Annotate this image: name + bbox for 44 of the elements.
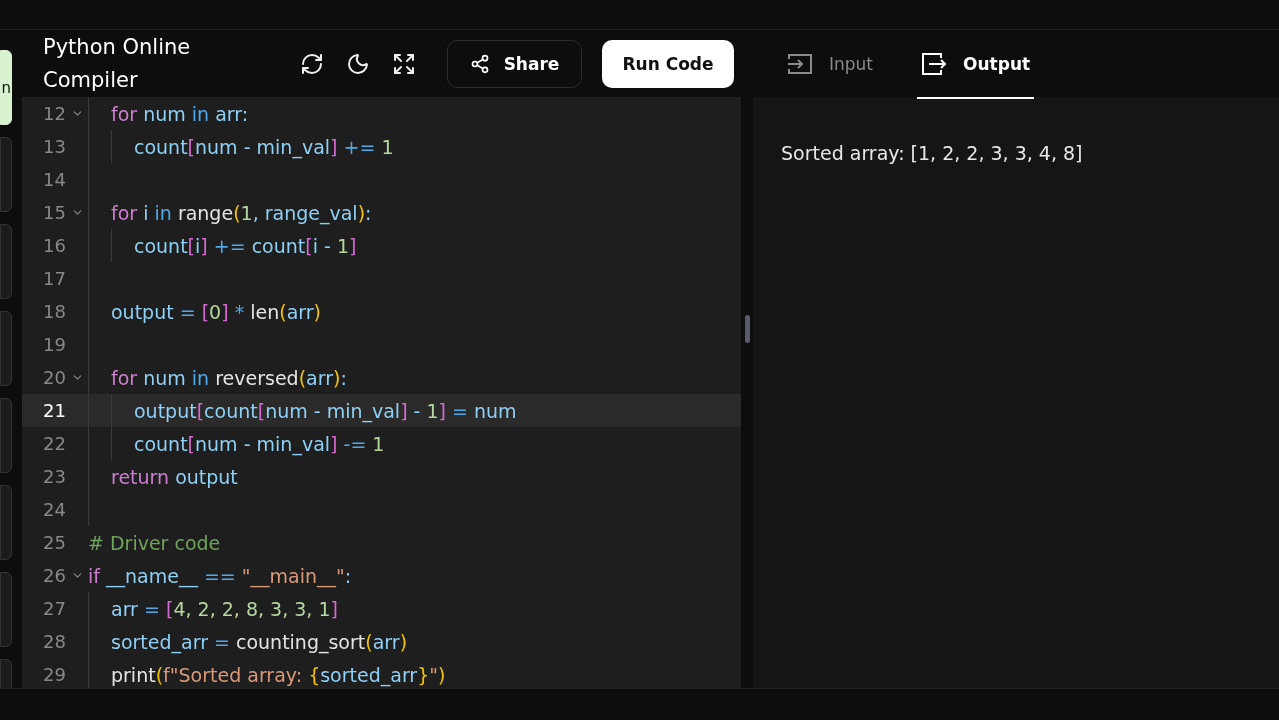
line-number: 23 — [43, 466, 66, 487]
output-icon — [921, 51, 948, 76]
line-number: 29 — [43, 664, 66, 685]
sidebar-tab[interactable]: n — [0, 50, 12, 125]
line-number: 15 — [43, 202, 66, 223]
code-line: for i in range(1, range_val): — [111, 201, 372, 224]
line-number: 21 — [43, 400, 66, 421]
panel-tab[interactable]: Input — [783, 30, 878, 99]
line-number: 13 — [43, 136, 66, 157]
code-line: count[i] += count[i - 1] — [134, 234, 357, 257]
line-number: 24 — [43, 499, 66, 520]
input-icon — [787, 52, 813, 75]
share-button[interactable]: Share — [447, 39, 582, 88]
code-line: output = [0] * len(arr) — [111, 300, 321, 323]
code-line: for num in arr: — [111, 102, 249, 125]
code-editor[interactable] — [22, 97, 741, 688]
run-code-button[interactable]: Run Code — [602, 39, 734, 88]
app-title: Python Online Compiler — [43, 33, 192, 94]
code-line: count[num - min_val] += 1 — [134, 135, 394, 158]
line-number: 16 — [43, 235, 66, 256]
line-number: 28 — [43, 631, 66, 652]
line-number: 25 — [43, 532, 66, 553]
code-line: for num in reversed(arr): — [111, 366, 347, 389]
share-icon — [469, 53, 490, 74]
code-line: if __name__ == "__main__": — [88, 564, 352, 587]
line-number: 19 — [43, 334, 66, 355]
panel-tab[interactable]: Output — [917, 30, 1035, 99]
code-line: output[count[num - min_val] - 1] = num — [134, 399, 517, 422]
line-number: 22 — [43, 433, 66, 454]
output-text: Sorted array: [1, 2, 2, 3, 3, 4, 8] — [780, 141, 1084, 166]
code-line: return output — [111, 465, 238, 488]
line-number: 17 — [43, 268, 66, 289]
code-line: # Driver code — [88, 531, 221, 554]
line-number: 12 — [43, 103, 66, 124]
line-number: 26 — [43, 565, 66, 586]
code-line: sorted_arr = counting_sort(arr) — [111, 630, 408, 653]
code-line: arr = [4, 2, 2, 8, 3, 3, 1] — [111, 597, 338, 620]
resize-handle[interactable] — [744, 315, 750, 343]
line-number: 27 — [43, 598, 66, 619]
code-line: print(f"Sorted array: {sorted_arr}") — [111, 663, 446, 686]
line-number: 18 — [43, 301, 66, 322]
code-line: count[num - min_val] -= 1 — [134, 432, 385, 455]
line-number: 14 — [43, 169, 66, 190]
line-number: 20 — [43, 367, 66, 388]
